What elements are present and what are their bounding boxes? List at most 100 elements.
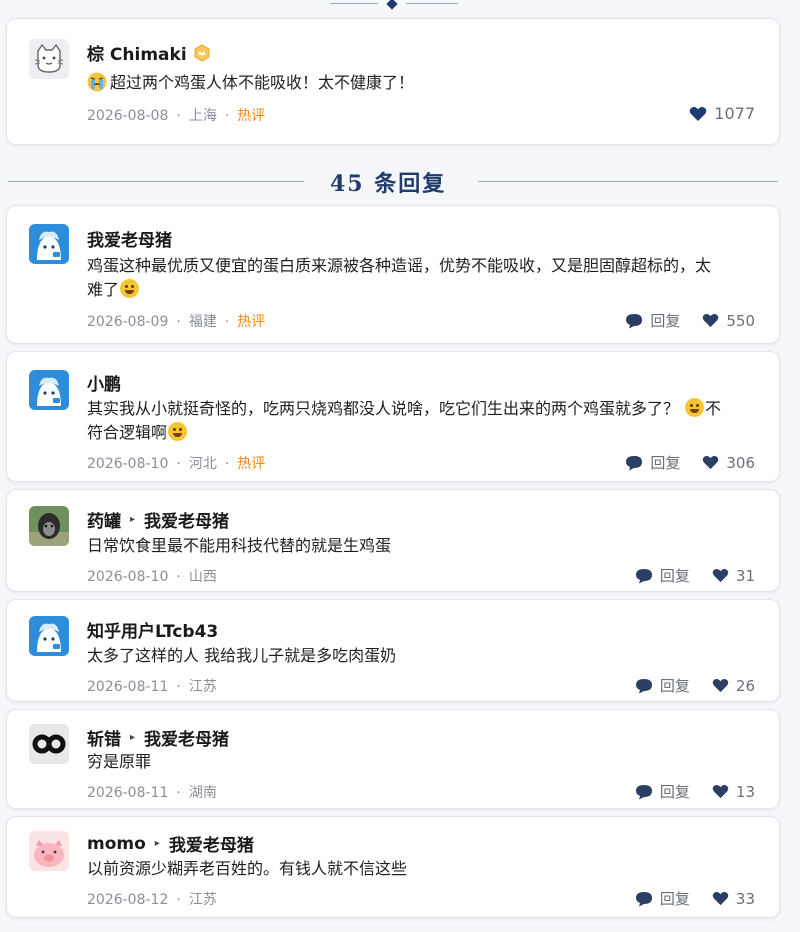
reply-content: 太多了这样的人 我给我儿子就是多吃肉蛋奶: [87, 644, 753, 668]
comment-bubble-icon: [626, 455, 643, 470]
reply-button[interactable]: 回复: [625, 452, 680, 473]
comment-bubble-icon: [635, 891, 652, 906]
avatar[interactable]: [29, 224, 69, 264]
reply-text: 鸡蛋这种最优质又便宜的蛋白质来源被各种造谣，优势不能吸收，又是胆固醇超标的，太: [87, 256, 712, 275]
reply-content: 鸡蛋这种最优质又便宜的蛋白质来源被各种造谣，优势不能吸收，又是胆固醇超标的，太难…: [87, 254, 753, 302]
reply-button-label: 回复: [650, 312, 681, 330]
like-count: 33: [735, 889, 755, 908]
badge-icon: [194, 43, 210, 62]
rofl-emoji-icon: [685, 398, 705, 417]
commenter-name[interactable]: 棕 Chimaki: [87, 40, 211, 65]
like-button[interactable]: 550: [702, 312, 755, 330]
reply-to-arrow-icon: ▸: [130, 514, 136, 525]
avatar[interactable]: [29, 724, 69, 764]
avatar[interactable]: [29, 39, 69, 79]
reply-meta: 2026-08-10 · 河北 · 热评: [87, 456, 266, 472]
reply-button[interactable]: 回复: [625, 310, 680, 331]
like-button[interactable]: 13: [712, 783, 755, 801]
like-count: 306: [726, 453, 755, 472]
reply-content: 其实我从小就挺奇怪的，吃两只烧鸡都没人说啥，吃它们生出来的两个鸡蛋就多了？ 不符合…: [87, 397, 753, 445]
reply-author[interactable]: momo ▸ 我爱老母猪: [87, 831, 254, 857]
reply-card: momo ▸ 我爱老母猪 以前资源少糊弄老百姓的。有钱人就不信这些 2026-0…: [6, 816, 780, 918]
reply-card: 斩错 ▸ 我爱老母猪 穷是原罪 2026-08-11 · 湖南 回复 13: [6, 709, 780, 809]
reply-to-name[interactable]: 我爱老母猪: [144, 507, 229, 532]
reply-location: 湖南: [188, 785, 217, 801]
reply-author-name[interactable]: 知乎用户LTcb43: [87, 617, 218, 642]
reply-author-name[interactable]: 小鹏: [87, 370, 121, 395]
reply-button[interactable]: 回复: [635, 781, 690, 802]
comment-bubble-icon: [626, 313, 643, 328]
monkey-photo-avatar-icon: [29, 506, 69, 546]
reply-button[interactable]: 回复: [635, 675, 690, 696]
reply-date: 2026-08-10: [87, 456, 169, 472]
reply-button-label: 回复: [659, 890, 690, 908]
reply-text: 穷是原罪: [87, 752, 152, 771]
diamond-ornament-icon: [386, 0, 398, 10]
like-count: 26: [735, 676, 755, 695]
reply-card: 药罐 ▸ 我爱老母猪 日常饮食里最不能用科技代替的就是生鸡蛋 2026-08-1…: [6, 489, 780, 592]
reply-meta: 2026-08-11 · 湖南: [87, 785, 217, 801]
reply-button[interactable]: 回复: [635, 565, 690, 586]
reply-text-continued: 不: [705, 399, 722, 418]
reply-author-name[interactable]: momo: [87, 834, 146, 854]
reply-text: 其实我从小就挺奇怪的，吃两只烧鸡都没人说啥，吃它们生出来的两个鸡蛋就多了？: [87, 399, 680, 418]
reply-text-continued: 难了: [87, 280, 120, 299]
like-button[interactable]: 33: [712, 890, 755, 908]
like-button[interactable]: 306: [702, 454, 755, 472]
infinity-logo-avatar-icon: [29, 724, 69, 764]
reply-author[interactable]: 小鹏: [87, 370, 121, 395]
replies-section-header: 45 条回复: [0, 166, 800, 197]
like-button[interactable]: 31: [712, 567, 755, 585]
reply-card: 小鹏 其实我从小就挺奇怪的，吃两只烧鸡都没人说啥，吃它们生出来的两个鸡蛋就多了？…: [6, 351, 780, 482]
reply-meta: 2026-08-11 · 江苏: [87, 679, 217, 695]
reply-content: 穷是原罪: [87, 750, 753, 774]
hot-badge: 热评: [237, 314, 266, 330]
comment-bubble-icon: [635, 784, 652, 799]
heart-icon: [712, 784, 729, 799]
reply-author-name[interactable]: 斩错: [87, 725, 121, 750]
heart-icon: [703, 455, 719, 470]
reply-actions: 回复 13: [635, 781, 755, 802]
reply-text: 以前资源少糊弄老百姓的。有钱人就不信这些: [87, 859, 408, 878]
avatar[interactable]: [29, 506, 69, 546]
reply-to-arrow-icon: ▸: [154, 838, 160, 849]
blue-mascot-avatar-icon: [29, 616, 69, 656]
reply-card: 知乎用户LTcb43 太多了这样的人 我给我儿子就是多吃肉蛋奶 2026-08-…: [6, 599, 780, 702]
blue-mascot-avatar-icon: [29, 370, 69, 410]
reply-to-name[interactable]: 我爱老母猪: [169, 831, 254, 856]
reply-button[interactable]: 回复: [635, 888, 690, 909]
reply-location: 福建: [188, 314, 217, 330]
reply-meta: 2026-08-09 · 福建 · 热评: [87, 314, 266, 330]
like-count: 550: [726, 311, 755, 330]
hot-badge: 热评: [237, 108, 266, 124]
comment-date: 2026-08-08: [87, 108, 169, 124]
comment-meta: 2026-08-08 · 上海 · 热评: [87, 108, 266, 124]
reply-author[interactable]: 知乎用户LTcb43: [87, 617, 218, 642]
heart-icon: [712, 678, 729, 693]
reply-actions: 回复 26: [635, 675, 755, 696]
like-button[interactable]: 1077: [689, 104, 755, 123]
reply-actions: 回复 306: [625, 452, 755, 473]
reply-author[interactable]: 药罐 ▸ 我爱老母猪: [87, 507, 229, 532]
avatar[interactable]: [29, 370, 69, 410]
comment-bubble-icon: [635, 678, 652, 693]
like-button[interactable]: 26: [712, 677, 755, 695]
avatar[interactable]: [29, 616, 69, 656]
reply-actions: 回复 33: [635, 888, 755, 909]
reply-meta: 2026-08-12 · 江苏: [87, 892, 217, 908]
reply-text: 太多了这样的人 我给我儿子就是多吃肉蛋奶: [87, 646, 397, 665]
reply-actions: 回复 31: [635, 565, 755, 586]
reply-text: 日常饮食里最不能用科技代替的就是生鸡蛋: [87, 536, 392, 555]
reply-author[interactable]: 我爱老母猪: [87, 226, 172, 251]
reply-author-name[interactable]: 我爱老母猪: [87, 226, 172, 251]
reply-button-label: 回复: [659, 677, 690, 695]
reply-text-continued: 符合逻辑啊: [87, 423, 168, 442]
reply-author-name[interactable]: 药罐: [87, 507, 121, 532]
reply-content: 以前资源少糊弄老百姓的。有钱人就不信这些: [87, 857, 753, 881]
commenter-name-text[interactable]: 棕 Chimaki: [87, 40, 187, 65]
reply-location: 山西: [188, 569, 217, 585]
reply-content: 日常饮食里最不能用科技代替的就是生鸡蛋: [87, 534, 753, 558]
reply-author[interactable]: 斩错 ▸ 我爱老母猪: [87, 725, 229, 750]
avatar[interactable]: [29, 831, 69, 871]
reply-to-name[interactable]: 我爱老母猪: [144, 725, 229, 750]
